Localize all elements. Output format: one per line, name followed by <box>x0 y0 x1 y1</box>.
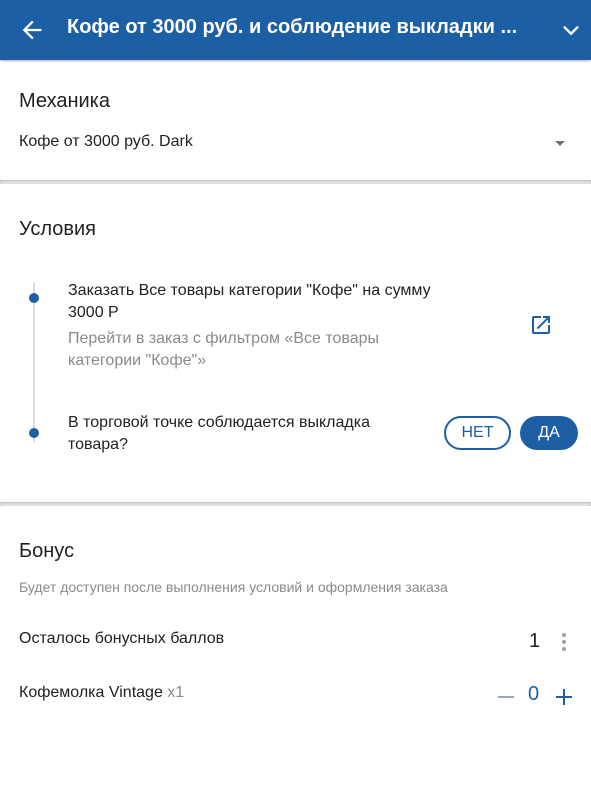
condition-text-line: Заказать Все товары категории "Кофе" на … <box>68 282 431 299</box>
yes-button[interactable]: ДА <box>520 416 578 450</box>
condition-hint-line: категории "Кофе"» <box>68 352 207 369</box>
no-button[interactable]: НЕТ <box>444 416 511 450</box>
remaining-points-label: Осталось бонусных баллов <box>19 630 225 647</box>
product-row: Кофемолка Vintage x1 <box>19 682 184 704</box>
plus-icon[interactable] <box>554 687 574 707</box>
page-title: Кофе от 3000 руб. и соблюдение выкладки … <box>67 16 518 38</box>
conditions-heading: Условия <box>19 218 97 240</box>
mechanics-select-value: Кофе от 3000 руб. Dark <box>19 133 193 150</box>
timeline-dot <box>29 428 39 438</box>
condition-text-line: В торговой точке соблюдается выкладка <box>68 414 370 431</box>
conditions-card: Условия Заказать Все товары категории "К… <box>0 184 591 502</box>
mechanics-heading: Механика <box>19 90 110 112</box>
timeline-line <box>33 282 35 442</box>
product-name: Кофемолка Vintage <box>19 684 163 701</box>
bonus-heading: Бонус <box>19 540 75 562</box>
product-quantity: 0 <box>528 683 540 705</box>
dropdown-arrow-icon <box>555 141 565 146</box>
condition-text-line: 3000 Р <box>68 304 119 321</box>
remaining-points-value: 1 <box>529 630 541 652</box>
more-vert-icon[interactable] <box>558 630 570 654</box>
bonus-card: Бонус Будет доступен после выполнения ус… <box>0 506 591 710</box>
timeline-dot <box>29 293 39 303</box>
chevron-down-icon[interactable] <box>560 20 582 42</box>
condition-text-line: товара? <box>68 436 128 453</box>
bonus-subtitle: Будет доступен после выполнения условий … <box>19 579 448 595</box>
condition-hint-line: Перейти в заказ с фильтром «Все товары <box>68 330 379 347</box>
product-multiplier: x1 <box>167 684 185 701</box>
app-bar: Кофе от 3000 руб. и соблюдение выкладки … <box>0 0 591 60</box>
arrow-back-icon[interactable] <box>18 16 46 44</box>
mechanics-card: Механика Кофе от 3000 руб. Dark <box>0 62 591 180</box>
mechanics-select[interactable]: Кофе от 3000 руб. Dark <box>0 126 591 162</box>
open-in-new-icon[interactable] <box>529 313 553 337</box>
minus-icon[interactable] <box>496 687 516 707</box>
